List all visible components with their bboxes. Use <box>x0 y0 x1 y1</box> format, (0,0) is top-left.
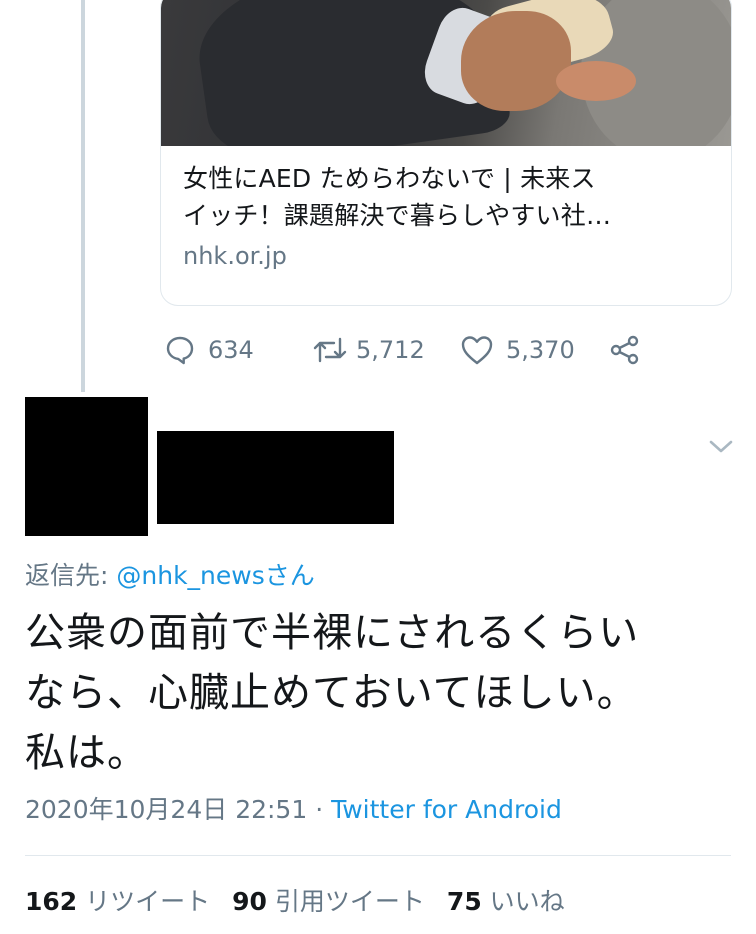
tweet-timestamp[interactable]: 2020年10月24日 22:51 <box>25 795 307 824</box>
retweet-count: 5,712 <box>356 336 425 364</box>
tweet-source-link[interactable]: Twitter for Android <box>331 795 562 824</box>
heart-icon <box>460 334 494 366</box>
stats-divider <box>25 855 731 856</box>
tweet-text-line: 公衆の面前で半裸にされるくらい <box>25 610 640 656</box>
redacted-user-name <box>157 431 394 524</box>
tweet-action-bar: 634 5,712 5,370 <box>160 330 720 370</box>
retweets-count: 162 <box>25 887 78 916</box>
quotes-label: 引用ツイート <box>274 887 425 916</box>
reply-to-label: 返信先: <box>25 561 117 590</box>
quotes-count: 90 <box>232 887 267 916</box>
meta-separator: · <box>307 795 332 824</box>
tweet-stats: 162 リツイート 90 引用ツイート 75 いいね <box>25 882 565 918</box>
likes-label: いいね <box>489 887 565 916</box>
reply-button[interactable]: 634 <box>164 330 254 370</box>
retweet-icon <box>312 335 348 365</box>
link-preview-domain: nhk.or.jp <box>183 242 287 270</box>
share-button[interactable] <box>608 330 642 370</box>
reply-to-line: 返信先: @nhk_newsさん <box>25 556 315 592</box>
retweets-stat[interactable]: 162 リツイート <box>25 887 210 916</box>
reply-icon <box>164 334 196 366</box>
tweet-meta: 2020年10月24日 22:51 · Twitter for Android <box>25 790 562 826</box>
tweet-text-line: なら、心臓止めておいてほしい。 <box>25 670 638 716</box>
share-icon <box>608 334 642 366</box>
like-count: 5,370 <box>506 336 575 364</box>
link-preview-card[interactable]: 女性にAED ためらわないで | 未来ス イッチ！課題解決で暮らしやすい社… n… <box>160 0 732 306</box>
retweets-label: リツイート <box>85 887 211 916</box>
redacted-avatar <box>25 397 148 536</box>
reply-to-mention-link[interactable]: @nhk_newsさん <box>116 561 314 590</box>
like-button[interactable]: 5,370 <box>460 330 575 370</box>
likes-stat[interactable]: 75 いいね <box>447 887 565 916</box>
link-preview-image <box>161 0 731 146</box>
retweet-button[interactable]: 5,712 <box>312 330 425 370</box>
tweet-text: 公衆の面前で半裸にされるくらい なら、心臓止めておいてほしい。 私は。 <box>25 603 740 783</box>
link-preview-title: 女性にAED ためらわないで | 未来ス イッチ！課題解決で暮らしやすい社… <box>183 164 612 230</box>
thread-connector-line <box>81 0 85 392</box>
likes-count: 75 <box>446 887 482 916</box>
reply-count: 634 <box>208 336 254 364</box>
tweet-text-line: 私は。 <box>25 730 148 776</box>
quotes-stat[interactable]: 90 引用ツイート <box>232 887 425 916</box>
chevron-down-icon[interactable] <box>706 432 736 462</box>
